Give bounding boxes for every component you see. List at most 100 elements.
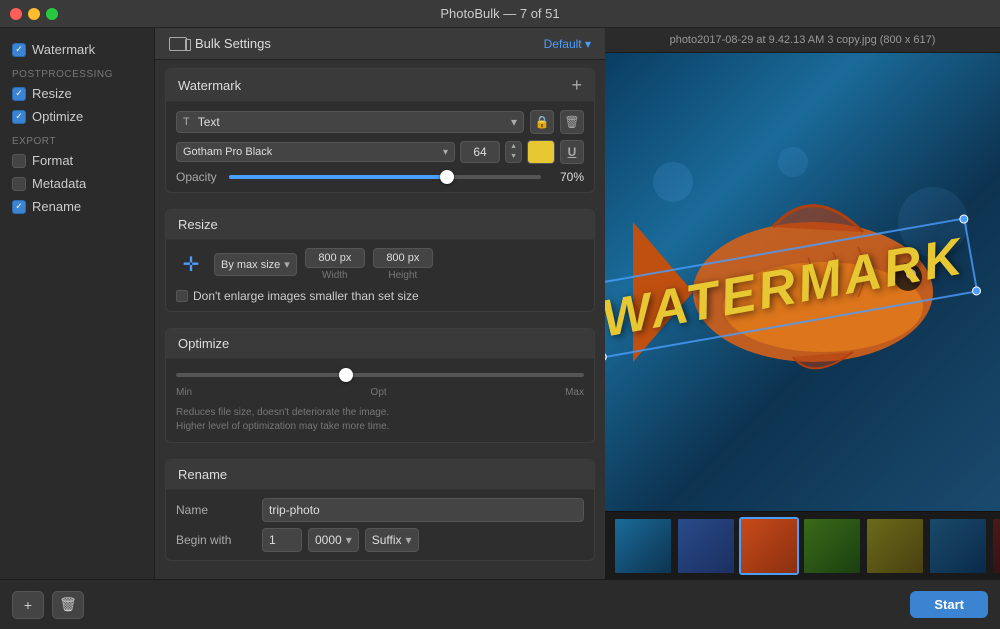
optimize-section-title: Optimize (178, 336, 229, 351)
resize-height-label: Height (388, 270, 417, 281)
color-picker[interactable] (527, 140, 555, 164)
sidebar-item-watermark[interactable]: ✓ Watermark (0, 38, 154, 61)
metadata-checkbox[interactable] (12, 177, 26, 191)
watermark-section-body: T Text ▾ 🔒 🗑 Gotham Pro Black ▾ 64 ▲ (166, 102, 594, 192)
rename-begin-number-input[interactable] (262, 528, 302, 552)
rename-format-label: 0000 (315, 533, 342, 547)
watermark-type-label: Text (194, 115, 507, 129)
watermark-type-select[interactable]: T Text ▾ (176, 111, 524, 133)
resize-height-input[interactable]: 800 px (373, 248, 433, 268)
optimize-section: Optimize Min Opt Max Reduces file size, … (165, 328, 595, 443)
filmstrip-item[interactable] (865, 517, 925, 575)
resize-section: Resize ✛ By max size ▾ 800 px Width 800 … (165, 209, 595, 312)
close-button[interactable] (10, 8, 22, 20)
watermark-font-row: Gotham Pro Black ▾ 64 ▲ ▼ U (176, 140, 584, 164)
filmstrip-item[interactable] (676, 517, 736, 575)
sidebar-watermark-label: Watermark (32, 42, 95, 57)
resize-mode-label: By max size (221, 259, 280, 271)
window-title: PhotoBulk — 7 of 51 (440, 6, 559, 21)
watermark-add-button[interactable]: + (571, 76, 582, 94)
size-down-icon[interactable]: ▼ (506, 152, 521, 162)
preview-image: WATERMARK (605, 53, 1000, 511)
settings-header-left: Bulk Settings (169, 36, 271, 51)
filmstrip-item[interactable] (991, 517, 1000, 575)
sidebar-item-format[interactable]: Format (0, 149, 154, 172)
resize-width-label: Width (322, 270, 348, 281)
font-size-stepper[interactable]: ▲ ▼ (505, 141, 522, 164)
handle-bl[interactable] (605, 352, 607, 362)
resize-width-group: 800 px Width (305, 248, 365, 281)
settings-title: Bulk Settings (195, 36, 271, 51)
rename-name-input[interactable] (262, 498, 584, 522)
rename-format-chevron-icon: ▾ (346, 533, 352, 547)
resize-section-header: Resize (166, 210, 594, 240)
optimize-thumb[interactable] (339, 368, 353, 382)
preview-filename: photo2017-08-29 at 9.42.13 AM 3 copy.jpg… (670, 34, 936, 46)
optimize-checkbox[interactable]: ✓ (12, 110, 26, 124)
sidebar-item-optimize[interactable]: ✓ Optimize (0, 105, 154, 128)
sidebar-item-resize[interactable]: ✓ Resize (0, 82, 154, 105)
watermark-trash-icon[interactable]: 🗑 (560, 110, 584, 134)
default-button[interactable]: Default ▾ (544, 37, 591, 51)
rename-section-body: Name Begin with 0000 ▾ Suffix ▾ (166, 490, 594, 560)
rename-begin-with-row: 0000 ▾ Suffix ▾ (262, 528, 584, 552)
filmstrip-item[interactable] (802, 517, 862, 575)
filmstrip-item[interactable] (613, 517, 673, 575)
font-size-input[interactable]: 64 (460, 141, 500, 163)
export-section-label: EXPORT (0, 128, 154, 149)
rename-suffix-label: Suffix (372, 533, 402, 547)
add-button[interactable]: + (12, 591, 44, 619)
optimize-max-label: Max (565, 387, 584, 398)
optimize-slider[interactable] (176, 373, 584, 377)
sidebar-item-rename[interactable]: ✓ Rename (0, 195, 154, 218)
watermark-section-header: Watermark + (166, 69, 594, 102)
chevron-down-icon: ▾ (511, 115, 517, 129)
watermark-lock-icon[interactable]: 🔒 (530, 110, 554, 134)
preview-area: photo2017-08-29 at 9.42.13 AM 3 copy.jpg… (605, 28, 1000, 579)
filmstrip (605, 511, 1000, 579)
bottom-bar: + 🗑 Start (0, 579, 1000, 629)
resize-section-body: ✛ By max size ▾ 800 px Width 800 px Heig… (166, 240, 594, 311)
optimize-labels: Min Opt Max (176, 387, 584, 398)
opacity-slider[interactable] (229, 175, 541, 179)
size-up-icon[interactable]: ▲ (506, 142, 521, 152)
opacity-fill (229, 175, 447, 179)
rename-begin-with-label: Begin with (176, 533, 256, 547)
resize-dont-enlarge-row: Don't enlarge images smaller than set si… (176, 289, 584, 303)
rename-format-select[interactable]: 0000 ▾ (308, 528, 359, 552)
resize-width-input[interactable]: 800 px (305, 248, 365, 268)
filmstrip-item-active[interactable] (739, 517, 799, 575)
window-controls[interactable] (10, 8, 58, 20)
maximize-button[interactable] (46, 8, 58, 20)
watermark-checkbox[interactable]: ✓ (12, 43, 26, 57)
resize-checkbox[interactable]: ✓ (12, 87, 26, 101)
rename-checkbox[interactable]: ✓ (12, 200, 26, 214)
settings-panel: Bulk Settings Default ▾ Watermark + T Te… (155, 28, 605, 579)
font-chevron-icon: ▾ (443, 147, 448, 158)
trash-button[interactable]: 🗑 (52, 591, 84, 619)
filmstrip-item[interactable] (928, 517, 988, 575)
format-checkbox[interactable] (12, 154, 26, 168)
optimize-opt-label: Opt (371, 387, 387, 398)
resize-mode-chevron-icon: ▾ (284, 258, 290, 271)
dont-enlarge-label: Don't enlarge images smaller than set si… (193, 289, 419, 303)
resize-crosshair-icon: ✛ (176, 250, 206, 280)
rename-section-title: Rename (178, 467, 227, 482)
sidebar-item-metadata[interactable]: Metadata (0, 172, 154, 195)
font-name-label: Gotham Pro Black (183, 146, 272, 158)
resize-mode-select[interactable]: By max size ▾ (214, 253, 297, 276)
sidebar-optimize-label: Optimize (32, 109, 83, 124)
opacity-thumb[interactable] (440, 170, 454, 184)
font-select[interactable]: Gotham Pro Black ▾ (176, 142, 455, 162)
opacity-label: Opacity (176, 170, 221, 184)
dont-enlarge-checkbox[interactable] (176, 290, 188, 302)
sidebar: ✓ Watermark POSTPROCESSING ✓ Resize ✓ Op… (0, 28, 155, 579)
postprocessing-section-label: POSTPROCESSING (0, 61, 154, 82)
opacity-row: Opacity 70% (176, 170, 584, 184)
minimize-button[interactable] (28, 8, 40, 20)
resize-height-group: 800 px Height (373, 248, 433, 281)
preview-image-container: WATERMARK (605, 53, 1000, 511)
start-button[interactable]: Start (910, 591, 988, 618)
rename-suffix-select[interactable]: Suffix ▾ (365, 528, 419, 552)
underline-button[interactable]: U (560, 140, 584, 164)
